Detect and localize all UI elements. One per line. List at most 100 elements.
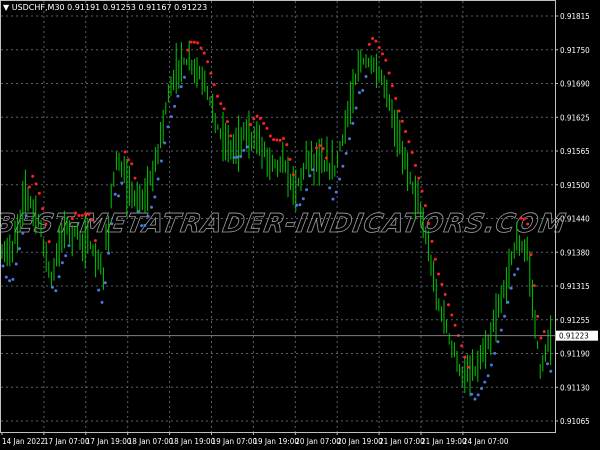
sar-dot-down bbox=[130, 162, 134, 166]
sar-dot-up bbox=[480, 386, 483, 390]
sar-dot-up bbox=[107, 251, 111, 255]
sar-dot-down bbox=[400, 119, 404, 123]
sar-dot-up bbox=[169, 115, 173, 119]
sar-dot-down bbox=[219, 102, 223, 106]
sar-dot-down bbox=[381, 52, 384, 56]
sar-dot-up bbox=[176, 94, 180, 98]
sar-dot-down bbox=[34, 182, 38, 186]
sar-dot-down bbox=[212, 83, 216, 87]
sar-dot-down bbox=[84, 212, 87, 216]
sar-dot-down bbox=[87, 212, 91, 216]
sar-dot-down bbox=[407, 140, 411, 144]
sar-dot-up bbox=[64, 254, 68, 258]
sar-dot-down bbox=[27, 185, 31, 189]
sar-dot-up bbox=[120, 181, 124, 185]
sar-dot-down bbox=[374, 39, 378, 43]
sar-dot-up bbox=[235, 155, 239, 159]
sar-dot-up bbox=[173, 104, 177, 108]
high-value: 0.91253 bbox=[102, 3, 136, 12]
sar-dot-up bbox=[344, 151, 348, 155]
current-price-label: 0.91223 bbox=[559, 332, 589, 341]
sar-dot-down bbox=[460, 344, 464, 348]
x-tick-label: 18 Jan 07:00 bbox=[128, 437, 174, 446]
sar-dot-down bbox=[539, 336, 543, 340]
x-tick-label: 17 Jan 19:00 bbox=[86, 437, 132, 446]
x-tick-label: 20 Jan 07:00 bbox=[295, 437, 341, 446]
sar-dot-up bbox=[496, 340, 500, 344]
sar-dot-down bbox=[282, 137, 285, 141]
sar-dot-down bbox=[77, 213, 81, 217]
sar-dot-down bbox=[433, 257, 437, 261]
sar-dot-up bbox=[305, 188, 309, 192]
x-tick-label: 21 Jan 07:00 bbox=[379, 437, 425, 446]
sar-dot-down bbox=[70, 217, 74, 221]
sar-dot-down bbox=[377, 46, 381, 50]
sar-dot-down bbox=[324, 156, 328, 160]
sar-dot-down bbox=[410, 151, 414, 155]
sar-dot-up bbox=[24, 214, 28, 218]
sar-dot-up bbox=[117, 194, 120, 198]
sar-dot-up bbox=[328, 186, 332, 190]
sar-dot-up bbox=[1, 264, 5, 268]
sar-dot-down bbox=[41, 207, 45, 211]
sar-dot-down bbox=[397, 109, 401, 113]
sar-dot-up bbox=[493, 351, 497, 355]
sar-dot-down bbox=[519, 216, 523, 220]
sar-dot-down bbox=[90, 218, 94, 222]
sar-dot-down bbox=[189, 40, 193, 44]
sar-dot-down bbox=[315, 146, 318, 150]
y-tick-label: 0.91380 bbox=[560, 248, 590, 257]
sar-dot-up bbox=[354, 106, 358, 110]
sar-dot-up bbox=[136, 210, 140, 214]
sar-dot-up bbox=[546, 362, 549, 366]
sar-dot-down bbox=[272, 138, 276, 142]
sar-dot-up bbox=[298, 203, 302, 207]
collapse-triangle-icon[interactable]: ▼ bbox=[3, 3, 12, 12]
sar-dot-up bbox=[4, 275, 8, 279]
sar-dot-up bbox=[179, 85, 183, 89]
sar-dot-up bbox=[308, 174, 312, 178]
y-tick-label: 0.91315 bbox=[560, 282, 590, 291]
sar-dot-down bbox=[249, 123, 252, 127]
sar-dot-up bbox=[489, 363, 493, 367]
sar-dot-down bbox=[532, 284, 536, 288]
sar-dot-down bbox=[93, 239, 97, 243]
sar-dot-down bbox=[262, 121, 266, 125]
sar-dot-down bbox=[414, 163, 417, 167]
sar-dot-down bbox=[394, 96, 398, 100]
sar-dot-up bbox=[110, 222, 114, 226]
sar-dot-down bbox=[288, 157, 292, 161]
sar-dot-down bbox=[529, 253, 533, 257]
sar-dot-down bbox=[206, 60, 210, 64]
sar-dot-up bbox=[301, 197, 305, 201]
sar-dot-down bbox=[278, 138, 282, 142]
sar-dot-down bbox=[404, 129, 408, 133]
sar-dot-up bbox=[239, 154, 243, 158]
sar-dot-up bbox=[295, 203, 299, 207]
sar-dot-up bbox=[153, 195, 157, 199]
sar-dot-up bbox=[357, 91, 361, 95]
sar-dot-down bbox=[216, 94, 219, 98]
sar-dot-down bbox=[252, 117, 256, 121]
sar-dot-down bbox=[202, 51, 206, 55]
sar-dot-up bbox=[67, 244, 71, 248]
sar-dot-up bbox=[166, 125, 170, 129]
symbol-label: USDCHF,M30 bbox=[11, 3, 65, 12]
sar-dot-down bbox=[321, 147, 325, 151]
price-chart[interactable]: 0.91815 0.91750 0.91690 0.91625 0.91565 0.915… bbox=[0, 0, 600, 450]
chart-window[interactable]: 0.91815 0.91750 0.91690 0.91625 0.91565 0.915… bbox=[0, 0, 600, 450]
sar-dot-up bbox=[18, 247, 21, 251]
x-tick-label: 18 Jan 19:00 bbox=[170, 437, 216, 446]
sar-dot-down bbox=[199, 46, 203, 50]
sar-dot-up bbox=[163, 141, 167, 145]
sar-dot-down bbox=[285, 143, 289, 147]
sar-dot-down bbox=[126, 158, 130, 162]
sar-dot-down bbox=[255, 114, 259, 118]
sar-dot-down bbox=[420, 189, 424, 193]
y-tick-label: 0.91625 bbox=[560, 113, 590, 122]
sar-dot-down bbox=[417, 176, 421, 180]
close-value: 0.91223 bbox=[174, 3, 208, 12]
y-tick-label: 0.91190 bbox=[560, 350, 590, 359]
sar-dot-up bbox=[331, 197, 335, 201]
sar-dot-up bbox=[486, 374, 490, 378]
